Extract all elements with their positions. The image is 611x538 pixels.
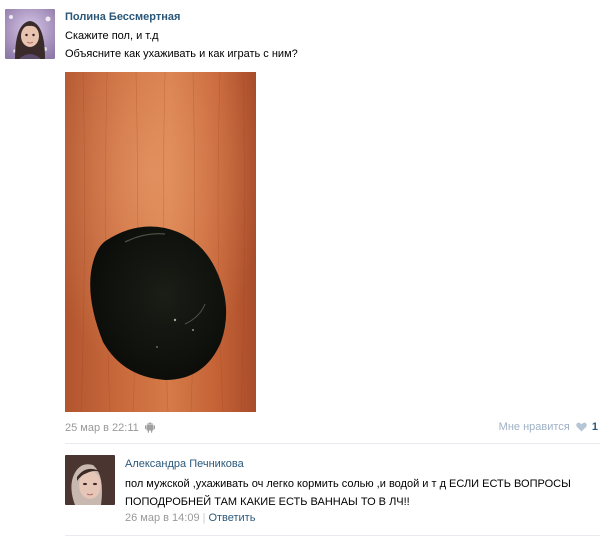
post-text-line-1: Скажите пол, и т.д	[65, 30, 159, 42]
like-count: 1	[591, 421, 598, 433]
comment-text: пол мужской ,ухаживать оч легко кормить …	[125, 478, 571, 508]
comment-author-name[interactable]: Александра Печникова	[125, 458, 244, 470]
like-button[interactable]: Мне нравится 1	[499, 421, 598, 435]
post-meta: 25 мар в 22:11 Мне нравится 1	[65, 421, 600, 435]
post-photo[interactable]	[65, 72, 256, 412]
comment-author-avatar[interactable]	[65, 455, 115, 505]
post-author-name[interactable]: Полина Бессмертная	[65, 11, 180, 23]
post-text-line-2: Объясните как ухаживать и как играть с н…	[65, 48, 298, 60]
reply-button[interactable]: Ответить	[208, 512, 255, 524]
post-divider	[65, 443, 600, 444]
like-label: Мне нравится	[498, 421, 570, 433]
comment-meta: 26 мар в 14:09 | Ответить	[125, 512, 255, 524]
post-author-avatar[interactable]	[5, 9, 55, 59]
comment-divider	[65, 535, 600, 536]
android-icon	[144, 421, 155, 436]
post-date[interactable]: 25 мар в 22:11	[65, 422, 139, 434]
comment-meta-separator: |	[202, 512, 206, 524]
heart-icon	[576, 422, 587, 435]
comment-date[interactable]: 26 мар в 14:09	[125, 512, 200, 524]
